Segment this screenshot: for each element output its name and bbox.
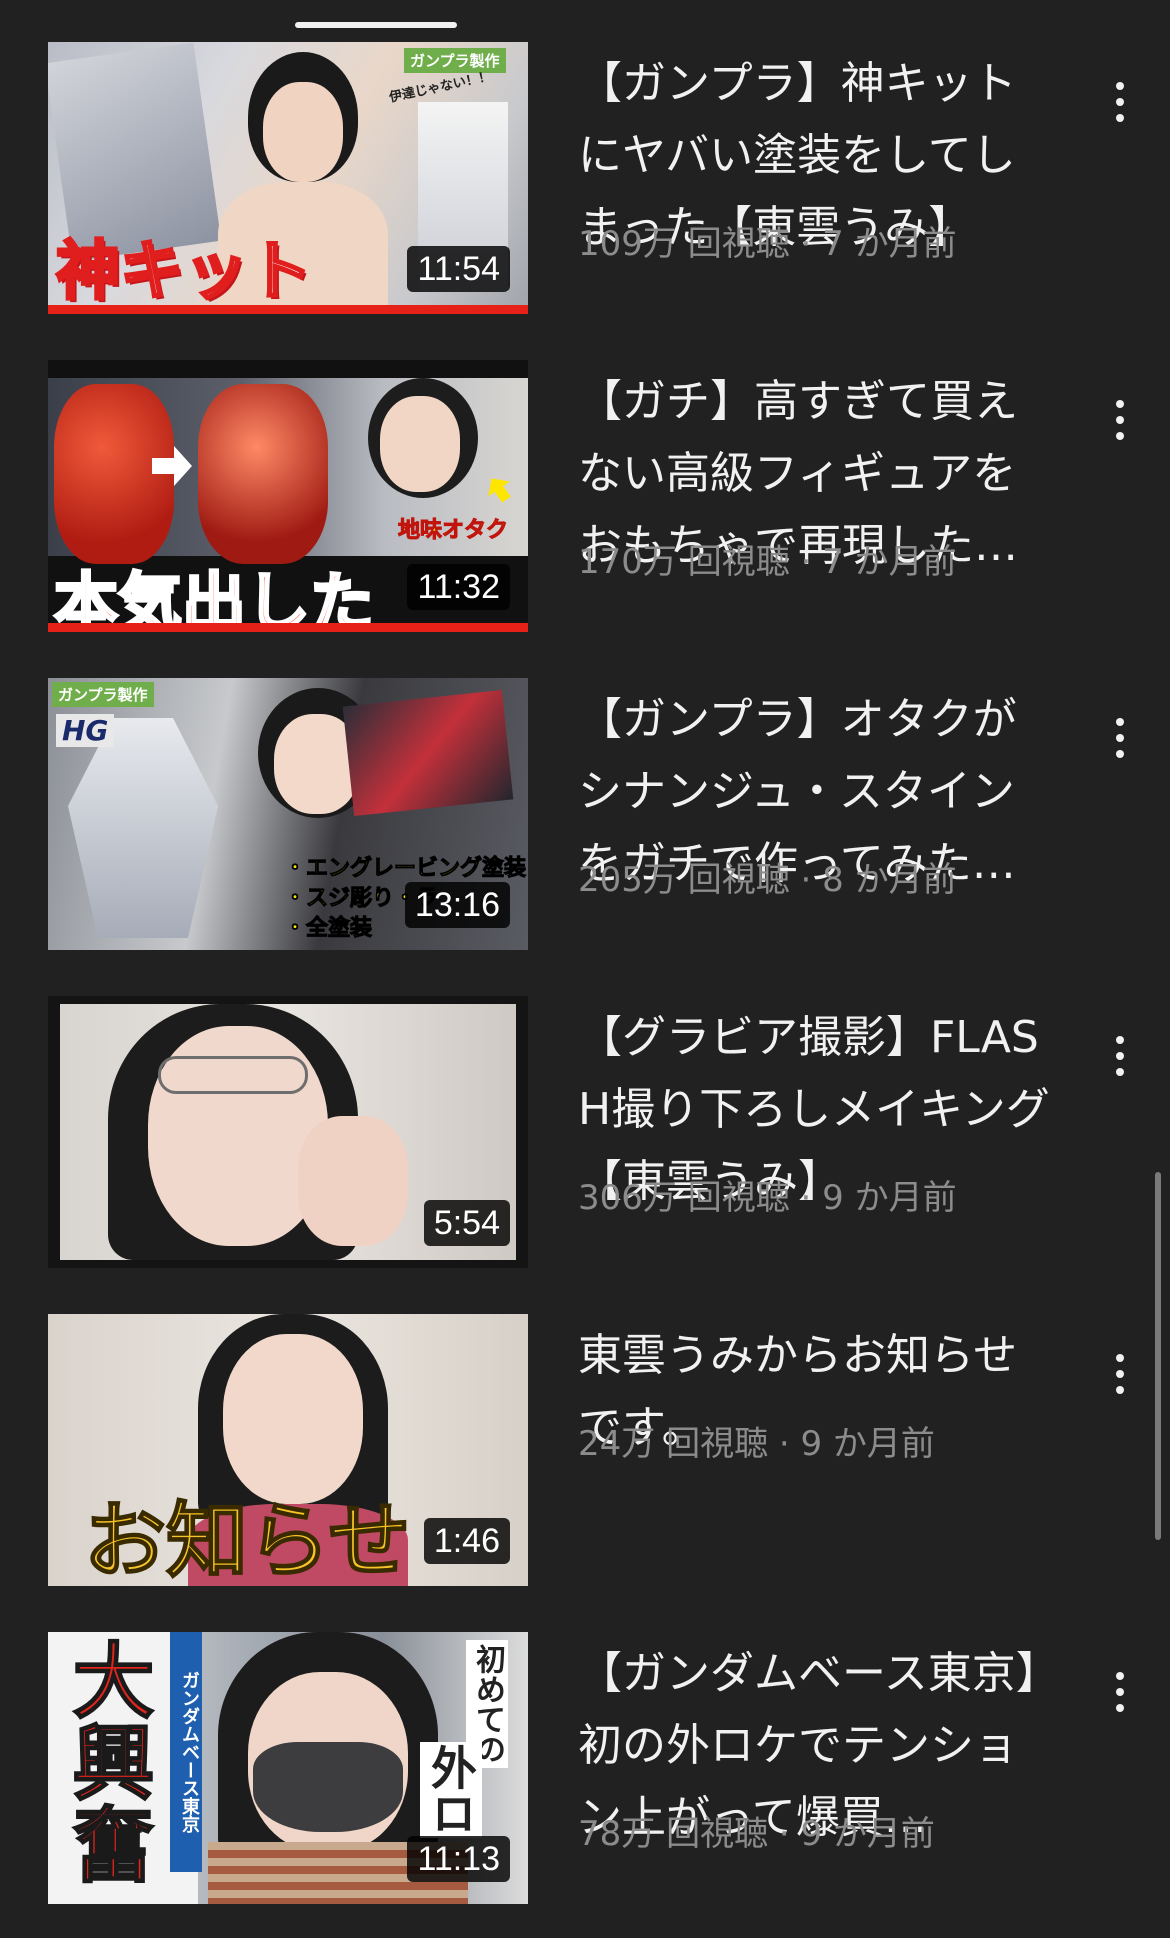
thumb-main-text: 本気出した	[53, 566, 376, 633]
video-item[interactable]: お知らせ 1:46 東雲うみからお知らせです。 24万 回視聴 · 9 か月前	[0, 1314, 1170, 1586]
thumb-main-text: 神キット	[55, 234, 314, 311]
video-stats: 170万 回視聴 · 7 か月前	[578, 542, 957, 582]
video-item[interactable]: ガンプラ製作 伊達じゃない！！ 神キット 11:54 【ガンプラ】神キットにヤバ…	[0, 42, 1170, 314]
video-thumbnail[interactable]: ガンプラ製作 伊達じゃない！！ 神キット 11:54	[48, 42, 528, 314]
video-list-page: ガンプラ製作 伊達じゃない！！ 神キット 11:54 【ガンプラ】神キットにヤバ…	[0, 0, 1170, 1938]
watch-progress-bar	[48, 305, 528, 314]
hg-badge: HG	[56, 714, 115, 747]
thumb-main-text: 大興奮	[57, 1637, 154, 1885]
figure-right	[198, 384, 328, 564]
more-vert-icon[interactable]	[1100, 708, 1140, 768]
more-vert-icon[interactable]	[1100, 1026, 1140, 1086]
thumb-side-text: 外ロ	[420, 1742, 482, 1838]
thumb-tag: ガンダムベース東京	[170, 1632, 202, 1872]
video-thumbnail[interactable]: 5:54	[48, 996, 528, 1268]
video-thumbnail[interactable]: ガンプラ製作 HG ・エングレービング塗装 ・スジ彫り・ラ ・全塗装 13:16	[48, 678, 528, 950]
video-stats: 205万 回視聴 · 8 か月前	[578, 860, 957, 900]
model-box	[342, 689, 514, 817]
more-vert-icon[interactable]	[1100, 1344, 1140, 1404]
thumb-line: ・全塗装	[283, 916, 373, 942]
video-duration: 11:54	[407, 246, 510, 292]
hands	[298, 1116, 408, 1246]
video-thumbnail[interactable]: お知らせ 1:46	[48, 1314, 528, 1586]
video-duration: 11:13	[407, 1836, 510, 1882]
video-stats: 109万 回視聴 · 7 か月前	[578, 224, 957, 264]
thumb-line: ・エングレービング塗装	[283, 856, 527, 882]
person-face	[263, 82, 343, 182]
thumb-tag: 地味オタク	[397, 518, 509, 544]
more-vert-icon[interactable]	[1100, 1662, 1140, 1722]
thumb-main-text: お知らせ	[83, 1493, 411, 1586]
video-item[interactable]: 地味オタク 本気出した 11:32 【ガチ】高すぎて買えない高級フィギュアをおも…	[0, 360, 1170, 632]
drag-handle[interactable]	[295, 22, 457, 28]
video-duration: 1:46	[423, 1518, 510, 1564]
more-vert-icon[interactable]	[1100, 390, 1140, 450]
video-thumbnail[interactable]: 大興奮 ガンダムベース東京 初めての 外ロ 11:13	[48, 1632, 528, 1904]
video-item[interactable]: ガンプラ製作 HG ・エングレービング塗装 ・スジ彫り・ラ ・全塗装 13:16…	[0, 678, 1170, 950]
scrollbar[interactable]	[1155, 1172, 1161, 1540]
watch-progress-bar	[48, 623, 528, 632]
video-stats: 306万 回視聴 · 9 か月前	[578, 1178, 957, 1218]
video-duration: 5:54	[423, 1200, 510, 1246]
face-mask	[253, 1742, 403, 1832]
video-thumbnail[interactable]: 地味オタク 本気出した 11:32	[48, 360, 528, 632]
gundam-model	[68, 718, 218, 938]
glasses	[158, 1056, 308, 1094]
person-face	[380, 396, 460, 492]
thumb-tag: ガンプラ製作	[52, 682, 154, 707]
video-stats: 24万 回視聴 · 9 か月前	[578, 1424, 935, 1464]
video-duration: 11:32	[407, 564, 510, 610]
video-item[interactable]: 5:54 【グラビア撮影】FLASH撮り下ろしメイキング【東雲うみ】 306万 …	[0, 996, 1170, 1268]
more-vert-icon[interactable]	[1100, 72, 1140, 132]
video-stats: 78万 回視聴 · 9 か月前	[578, 1814, 935, 1854]
thumb-tag: ガンプラ製作	[404, 48, 506, 73]
video-item[interactable]: 大興奮 ガンダムベース東京 初めての 外ロ 11:13 【ガンダムベース東京】初…	[0, 1632, 1170, 1904]
video-duration: 13:16	[404, 882, 510, 928]
